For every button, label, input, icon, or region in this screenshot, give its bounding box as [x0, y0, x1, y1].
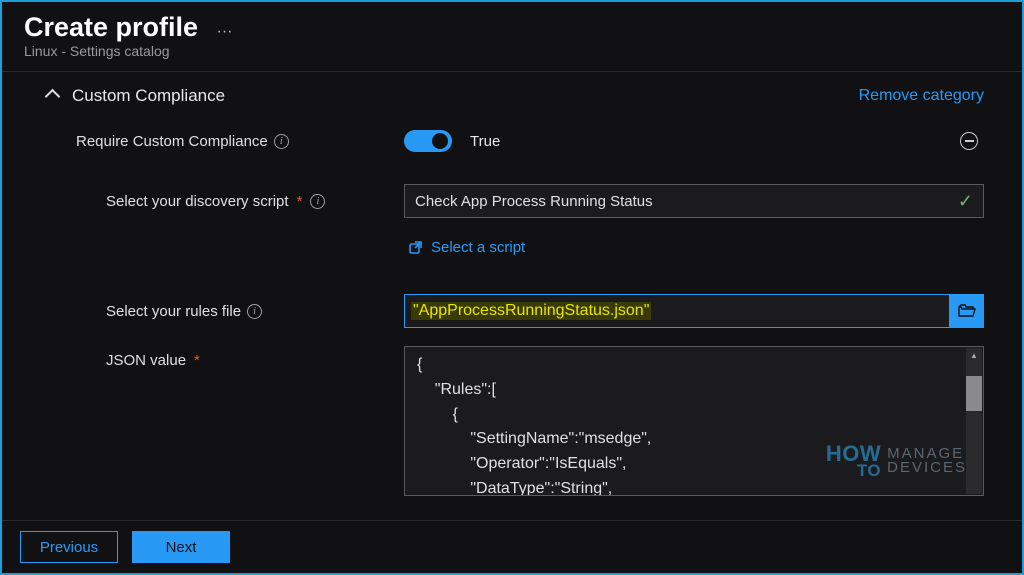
section-title: Custom Compliance: [72, 86, 225, 106]
more-menu-icon[interactable]: ···: [217, 23, 233, 40]
json-value-textarea[interactable]: { "Rules":[ { "SettingName":"msedge", "O…: [404, 346, 984, 496]
rules-file-input[interactable]: "AppProcessRunningStatus.json": [404, 294, 950, 328]
rules-file-value: "AppProcessRunningStatus.json": [411, 302, 651, 320]
toggle-value-label: True: [470, 133, 500, 150]
previous-button[interactable]: Previous: [20, 531, 118, 563]
wizard-footer: Previous Next: [2, 520, 1022, 573]
collapse-icon[interactable]: [44, 88, 60, 104]
checkmark-icon: ✓: [958, 191, 973, 212]
require-compliance-label: Require Custom Compliance i: [44, 133, 404, 150]
info-icon[interactable]: i: [310, 194, 325, 209]
next-button[interactable]: Next: [132, 531, 230, 563]
select-script-link[interactable]: Select a script: [404, 239, 525, 256]
page-title: Create profile: [24, 12, 198, 43]
require-compliance-toggle[interactable]: [404, 130, 452, 152]
json-value-label: JSON value *: [44, 346, 404, 369]
info-icon[interactable]: i: [274, 134, 289, 149]
info-icon[interactable]: i: [247, 304, 262, 319]
remove-setting-button[interactable]: [960, 132, 978, 150]
rules-file-label: Select your rules file i: [44, 303, 404, 320]
open-link-icon: [408, 240, 423, 255]
scrollbar[interactable]: ▲: [966, 348, 982, 494]
browse-file-button[interactable]: [950, 294, 984, 328]
blade-header: Create profile ··· Linux - Settings cata…: [2, 2, 1022, 72]
scroll-thumb[interactable]: [966, 376, 982, 411]
discovery-script-dropdown[interactable]: Check App Process Running Status ✓: [404, 184, 984, 218]
discovery-script-label: Select your discovery script * i: [44, 193, 404, 210]
page-subtitle: Linux - Settings catalog: [24, 43, 1000, 59]
remove-category-link[interactable]: Remove category: [859, 87, 984, 105]
scroll-up-icon[interactable]: ▲: [966, 348, 982, 362]
